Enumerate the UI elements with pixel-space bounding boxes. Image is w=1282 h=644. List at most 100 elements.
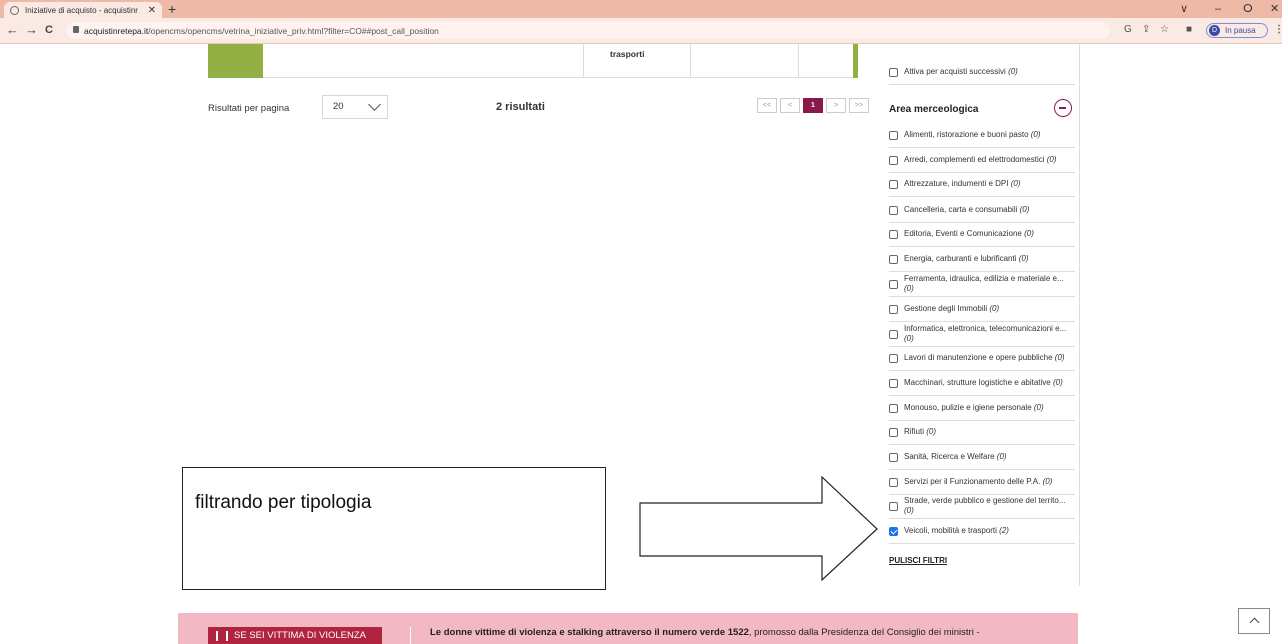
- filter-count: (0): [996, 452, 1007, 461]
- clear-filters-link[interactable]: PULISCI FILTRI: [889, 556, 947, 565]
- filter-area-item[interactable]: Cancelleria, carta e consumabili (0): [889, 198, 1075, 223]
- filter-count: (0): [1054, 353, 1065, 362]
- filter-area-item[interactable]: Editoria, Eventi e Comunicazione (0): [889, 222, 1075, 247]
- filter-count: (2): [999, 526, 1009, 535]
- filter-area-item[interactable]: Lavori di manutenzione e opere pubbliche…: [889, 346, 1075, 371]
- menu-dots-icon[interactable]: ⋮: [1274, 24, 1282, 36]
- filter-text: Informatica, elettronica, telecomunicazi…: [904, 324, 1075, 344]
- share-icon[interactable]: ⇪: [1142, 24, 1150, 36]
- filter-area-item[interactable]: Gestione degli Immobili (0): [889, 297, 1075, 322]
- annotation-box: filtrando per tipologia: [182, 467, 606, 590]
- url-host: acquistinretepa.it: [84, 25, 149, 36]
- filter-text: Sanità, Ricerca e Welfare (0): [904, 452, 1007, 462]
- checkbox[interactable]: [889, 403, 898, 413]
- filter-area-item[interactable]: Monouso, pulizie e igiene personale (0): [889, 396, 1075, 421]
- filter-text: Arredi, complementi ed elettrodomestici …: [904, 155, 1057, 165]
- checkbox[interactable]: [889, 279, 898, 289]
- forward-button[interactable]: →: [25, 22, 38, 38]
- browser-tab[interactable]: Iniziative di acquisto - acquistinr ✕: [4, 2, 162, 18]
- filter-count: (0): [1042, 477, 1053, 486]
- back-button[interactable]: ←: [6, 22, 19, 38]
- annotation-arrow-icon: [639, 476, 878, 582]
- filter-label: Informatica, elettronica, telecomunicazi…: [904, 324, 1067, 333]
- minimize-button[interactable]: –: [1215, 1, 1221, 17]
- checkbox[interactable]: [889, 501, 898, 511]
- filter-area-item[interactable]: Rifiuti (0): [889, 420, 1075, 445]
- checkbox[interactable]: [889, 229, 898, 239]
- filter-attiva[interactable]: Attiva per acquisti successivi (0): [889, 60, 1075, 85]
- filter-text: Energia, carburanti e lubrificanti (0): [904, 254, 1029, 264]
- table-divider: [798, 44, 799, 78]
- filter-area-item[interactable]: Strade, verde pubblico e gestione del te…: [889, 494, 1075, 519]
- pager-page-button[interactable]: 1: [803, 98, 823, 113]
- filter-count: (0): [1019, 205, 1030, 214]
- collapse-minus-icon[interactable]: [1054, 99, 1072, 117]
- filter-text: Veicoli, mobilità e trasporti (2): [904, 526, 1009, 536]
- filter-label: Macchinari, strutture logistiche e abita…: [904, 378, 1051, 387]
- pager-next-button[interactable]: >: [826, 98, 846, 113]
- reload-button[interactable]: C: [45, 22, 53, 38]
- maximize-button[interactable]: ⵔ: [1243, 1, 1253, 17]
- filter-count: (0): [1030, 130, 1041, 139]
- close-tab-icon[interactable]: ✕: [148, 5, 156, 16]
- checkbox[interactable]: [889, 378, 898, 388]
- checkbox[interactable]: [889, 329, 898, 339]
- pager-first-button[interactable]: <<: [757, 98, 777, 113]
- banner-badge[interactable]: SE SEI VITTIMA DI VIOLENZA: [208, 627, 382, 644]
- filter-area-item[interactable]: Informatica, elettronica, telecomunicazi…: [889, 322, 1075, 347]
- checkbox[interactable]: [889, 477, 898, 487]
- filter-area-item[interactable]: Ferramenta, idraulica, edilizia e materi…: [889, 272, 1075, 297]
- checkbox[interactable]: [889, 304, 898, 314]
- results-table-bottom: trasporti: [208, 44, 858, 78]
- results-per-page-value: 20: [333, 101, 344, 112]
- table-cell: trasporti: [610, 49, 645, 59]
- checkbox[interactable]: [889, 526, 898, 536]
- checkbox[interactable]: [889, 452, 898, 462]
- filter-count: (0): [904, 506, 914, 515]
- filter-area-item[interactable]: Arredi, complementi ed elettrodomestici …: [889, 148, 1075, 173]
- filter-area-item[interactable]: Alimenti, ristorazione e buoni pasto (0): [889, 123, 1075, 148]
- side-panel-icon[interactable]: ■: [1186, 24, 1192, 36]
- filter-label: Monouso, pulizie e igiene personale: [904, 403, 1032, 412]
- table-divider: [583, 44, 584, 78]
- filter-count: (0): [1024, 229, 1034, 238]
- filter-label: Arredi, complementi ed elettrodomestici: [904, 155, 1045, 164]
- filter-text: Servizi per il Funzionamento delle P.A. …: [904, 477, 1052, 487]
- filter-area-item[interactable]: Macchinari, strutture logistiche e abita…: [889, 371, 1075, 396]
- banner-badge-label: SE SEI VITTIMA DI VIOLENZA: [234, 630, 366, 641]
- filter-text: Strade, verde pubblico e gestione del te…: [904, 496, 1075, 516]
- bookmark-star-icon[interactable]: ☆: [1160, 24, 1169, 36]
- profile-button[interactable]: D In pausa: [1206, 23, 1268, 38]
- filter-area-item[interactable]: Sanità, Ricerca e Welfare (0): [889, 445, 1075, 470]
- filter-area-item[interactable]: Attrezzature, indumenti e DPI (0): [889, 172, 1075, 197]
- pager-last-button[interactable]: >>: [849, 98, 869, 113]
- google-icon[interactable]: G: [1124, 24, 1132, 36]
- tab-search-icon[interactable]: ∨: [1180, 1, 1188, 17]
- filter-label: Lavori di manutenzione e opere pubbliche: [904, 353, 1053, 362]
- checkbox[interactable]: [889, 254, 898, 264]
- checkbox[interactable]: [889, 353, 898, 363]
- checkbox[interactable]: [889, 130, 898, 140]
- new-tab-button[interactable]: +: [168, 1, 176, 17]
- results-per-page-select[interactable]: 20: [322, 95, 388, 119]
- chevron-down-icon: [368, 98, 381, 111]
- filter-text: Attrezzature, indumenti e DPI (0): [904, 179, 1021, 189]
- close-window-button[interactable]: ✕: [1270, 1, 1279, 17]
- filter-area-item[interactable]: Energia, carburanti e lubrificanti (0): [889, 247, 1075, 272]
- filter-label: Sanità, Ricerca e Welfare: [904, 452, 995, 461]
- filter-text: Rifiuti (0): [904, 427, 936, 437]
- filter-area-item[interactable]: Servizi per il Funzionamento delle P.A. …: [889, 470, 1075, 495]
- browser-tab-bar: Iniziative di acquisto - acquistinr ✕ + …: [0, 0, 1282, 18]
- checkbox[interactable]: [889, 67, 898, 77]
- filter-label: Editoria, Eventi e Comunicazione: [904, 229, 1022, 238]
- scroll-to-top-button[interactable]: [1238, 608, 1270, 634]
- pager-prev-button[interactable]: <: [780, 98, 800, 113]
- checkbox[interactable]: [889, 427, 898, 437]
- filter-text: Gestione degli Immobili (0): [904, 304, 999, 314]
- filter-label: Servizi per il Funzionamento delle P.A.: [904, 477, 1041, 486]
- checkbox[interactable]: [889, 179, 898, 189]
- checkbox[interactable]: [889, 205, 898, 215]
- checkbox[interactable]: [889, 155, 898, 165]
- filter-area-item[interactable]: Veicoli, mobilità e trasporti (2): [889, 519, 1075, 544]
- address-bar[interactable]: acquistinretepa.it/opencms/opencms/vetri…: [66, 22, 1110, 39]
